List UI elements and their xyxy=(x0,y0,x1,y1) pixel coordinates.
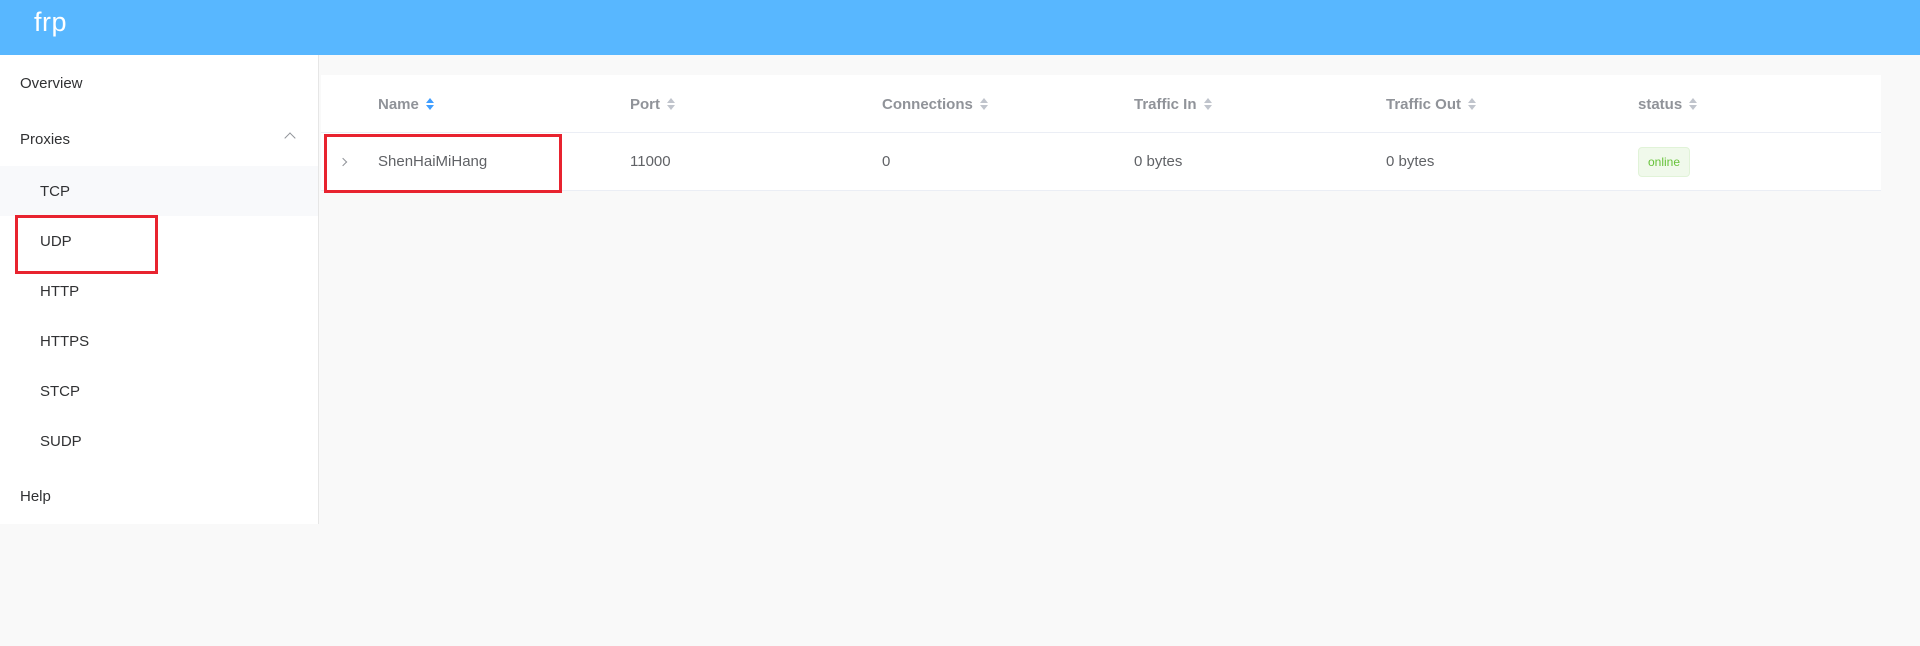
table-header: Name Port Connections Traffic In Traffic… xyxy=(321,75,1881,133)
sidebar-item-label: Help xyxy=(20,487,51,505)
cell-status: online xyxy=(1638,133,1691,190)
sidebar-item-help[interactable]: Help xyxy=(0,468,318,524)
sidebar-item-udp[interactable]: UDP xyxy=(0,216,318,266)
sort-icon[interactable] xyxy=(979,97,989,111)
sidebar-item-label: TCP xyxy=(40,182,70,200)
sidebar-item-label: STCP xyxy=(40,382,81,400)
column-header-label: Traffic In xyxy=(1134,95,1197,113)
column-header-label: Traffic Out xyxy=(1386,95,1462,113)
cell-port: 11000 xyxy=(630,153,671,170)
sort-icon[interactable] xyxy=(1467,97,1477,111)
sidebar: Overview Proxies TCP UDP HTTP HTTPS STCP… xyxy=(0,55,319,524)
sidebar-item-tcp[interactable]: TCP xyxy=(0,166,318,216)
sidebar-submenu-proxies[interactable]: Proxies xyxy=(0,111,318,167)
sidebar-item-label: HTTPS xyxy=(40,332,90,350)
cell-name: ShenHaiMiHang xyxy=(378,153,488,170)
cell-traffic-in: 0 bytes xyxy=(1134,153,1183,170)
sidebar-item-https[interactable]: HTTPS xyxy=(0,316,318,366)
sort-icon[interactable] xyxy=(425,97,435,111)
table-row[interactable]: ShenHaiMiHang 11000 0 0 bytes 0 bytes on… xyxy=(321,133,1881,191)
column-header-label: Connections xyxy=(882,95,973,113)
brand-logo[interactable]: frp xyxy=(34,7,67,38)
column-header-name[interactable]: Name xyxy=(378,75,435,133)
column-header-label: Name xyxy=(378,95,419,113)
sidebar-item-http[interactable]: HTTP xyxy=(0,266,318,316)
sidebar-item-overview[interactable]: Overview xyxy=(0,55,318,111)
cell-traffic-out: 0 bytes xyxy=(1386,153,1435,170)
sort-icon[interactable] xyxy=(1203,97,1213,111)
sidebar-item-label: Proxies xyxy=(20,130,71,148)
sidebar-item-stcp[interactable]: STCP xyxy=(0,366,318,416)
sidebar-item-label: UDP xyxy=(40,232,72,250)
status-badge: online xyxy=(1638,146,1691,177)
column-header-label: status xyxy=(1638,95,1683,113)
top-header: frp xyxy=(0,0,1920,55)
sidebar-item-label: HTTP xyxy=(40,282,80,300)
chevron-up-icon xyxy=(284,132,296,144)
column-header-traffic-out[interactable]: Traffic Out xyxy=(1386,75,1477,133)
proxy-table: Name Port Connections Traffic In Traffic… xyxy=(321,75,1881,191)
column-header-connections[interactable]: Connections xyxy=(882,75,989,133)
sidebar-item-label: SUDP xyxy=(40,432,82,450)
column-header-port[interactable]: Port xyxy=(630,75,676,133)
column-header-status[interactable]: status xyxy=(1638,75,1698,133)
chevron-right-icon[interactable] xyxy=(338,155,352,169)
sidebar-item-label: Overview xyxy=(20,74,83,92)
sort-icon[interactable] xyxy=(1688,97,1698,111)
cell-connections: 0 xyxy=(882,153,891,170)
column-header-label: Port xyxy=(630,95,660,113)
column-header-traffic-in[interactable]: Traffic In xyxy=(1134,75,1213,133)
sort-icon[interactable] xyxy=(666,97,676,111)
sidebar-item-sudp[interactable]: SUDP xyxy=(0,416,318,466)
